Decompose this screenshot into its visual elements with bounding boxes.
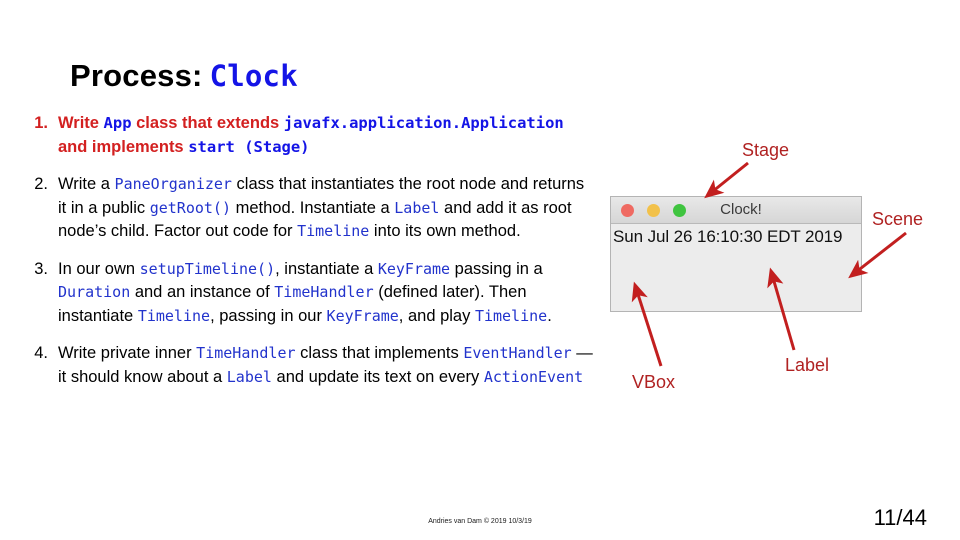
window-title: Clock!	[720, 201, 762, 218]
code-token: ActionEvent	[483, 367, 584, 386]
page-number: 11/44	[873, 505, 927, 530]
code-token: Timeline	[137, 306, 211, 325]
text-run: , and play	[398, 306, 475, 325]
annotation-scene: Scene	[872, 209, 924, 229]
bullet-item: 2. Write a PaneOrganizer class that insta…	[18, 173, 593, 244]
code-token: Label	[394, 198, 440, 217]
text-run: Write	[58, 114, 104, 132]
code-token: Duration	[58, 283, 131, 301]
bullet-text: Write private inner TimeHandler class th…	[58, 342, 593, 389]
text-run: class that implements	[295, 344, 464, 362]
code-token: KeyFrame	[326, 306, 399, 325]
code-token: Timeline	[474, 306, 548, 325]
bullet-list: 1. Write App class that extends javafx.ap…	[18, 112, 593, 403]
bullet-item: 4. Write private inner TimeHandler class …	[18, 342, 593, 389]
text-run: In our own	[58, 259, 140, 278]
text-run: Write a	[58, 175, 115, 193]
text-run: and an instance of	[130, 283, 275, 301]
code-token: TimeHandler	[196, 344, 296, 362]
code-token: getRoot()	[149, 198, 231, 217]
code-token: Timeline	[297, 222, 370, 240]
text-run: class that extends	[131, 114, 284, 132]
bullet-number: 4.	[34, 344, 48, 362]
bullet-text: Write a PaneOrganizer class that instant…	[58, 173, 593, 244]
annotation-vbox: VBox	[632, 372, 676, 392]
text-run: into its own method.	[369, 222, 521, 240]
clock-app-window: Clock! Sun Jul 26 16:10:30 EDT 2019	[610, 196, 862, 312]
bullet-number: 3.	[34, 259, 48, 278]
bullet-item: 3. In our own setupTimeline(), instantiat…	[18, 258, 593, 329]
code-token: TimeHandler	[274, 283, 374, 301]
page-title-code: Clock	[209, 59, 298, 93]
code-token: PaneOrganizer	[114, 175, 232, 193]
text-run: and implements	[58, 137, 189, 156]
text-run: , passing in our	[210, 306, 327, 325]
text-run: .	[547, 306, 552, 325]
bullet-number: 2.	[34, 175, 48, 193]
text-run: method. Instantiate a	[231, 198, 395, 217]
bullet-text: Write App class that extends javafx.appl…	[58, 112, 593, 159]
code-token: javafx.application.Application	[283, 114, 564, 132]
text-run: passing in a	[450, 259, 543, 278]
footer-credit: Andries van Dam © 2019 10/3/19	[428, 518, 532, 525]
annotation-label: Label	[785, 355, 830, 375]
page-title-plain: Process:	[70, 58, 203, 93]
code-token: start (Stage)	[188, 137, 310, 156]
text-run: and update its text on every	[271, 367, 484, 386]
arrow-stage	[704, 161, 749, 199]
bullet-item: 1. Write App class that extends javafx.ap…	[18, 112, 593, 159]
text-run: Write private inner	[58, 344, 197, 362]
code-token: Label	[226, 367, 272, 386]
text-run: , instantiate a	[275, 259, 378, 278]
code-token: setupTimeline()	[139, 259, 276, 278]
page-title: Process: Clock	[70, 58, 298, 94]
bullet-text: In our own setupTimeline(), instantiate …	[58, 258, 593, 329]
clock-time-label: Sun Jul 26 16:10:30 EDT 2019	[613, 227, 843, 246]
code-token: KeyFrame	[377, 259, 451, 278]
window-titlebar: Clock!	[611, 197, 861, 224]
code-token: EventHandler	[463, 344, 572, 362]
code-token: App	[103, 114, 132, 132]
bullet-number: 1.	[34, 114, 48, 132]
annotation-stage: Stage	[742, 140, 790, 160]
